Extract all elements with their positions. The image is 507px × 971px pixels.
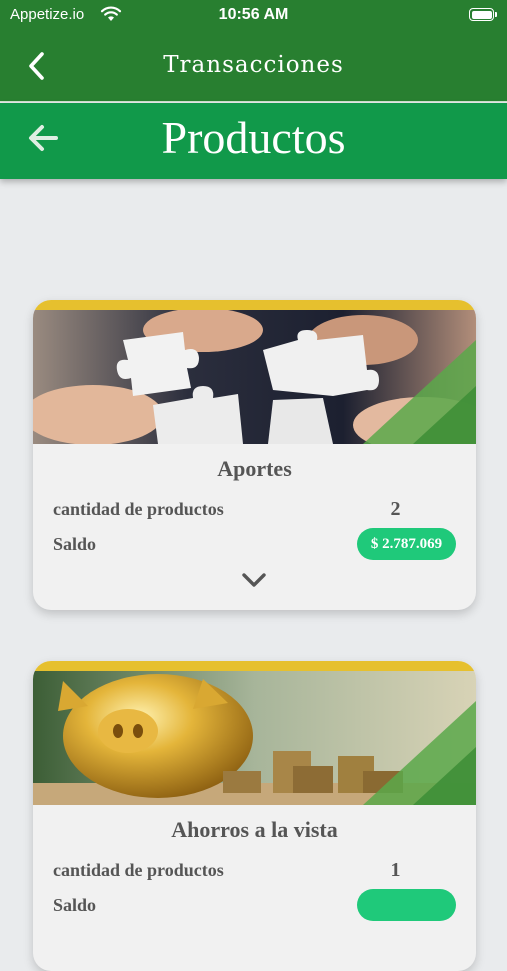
card-title: Aportes: [217, 456, 292, 481]
page-header: Productos: [0, 103, 507, 179]
navigation-bar: Transacciones: [0, 30, 507, 102]
piggy-bank-image: [33, 671, 476, 805]
nav-title: Transacciones: [163, 52, 344, 78]
puzzle-hands-image: [33, 310, 476, 444]
product-count-label: cantidad de productos: [53, 499, 224, 519]
product-card-ahorros[interactable]: Ahorros a la vista cantidad de productos…: [33, 661, 476, 971]
card-accent-band: [33, 300, 476, 310]
clock: 10:56 AM: [218, 6, 289, 23]
status-bar: Appetize.io 10:56 AM: [0, 0, 507, 30]
balance-badge[interactable]: [357, 889, 456, 921]
product-count-value: 1: [390, 859, 401, 881]
balance-badge[interactable]: $ 2.787.069: [357, 528, 456, 560]
product-card-aportes[interactable]: Aportes cantidad de productos 2 Saldo $ …: [33, 300, 476, 610]
card-title: Ahorros a la vista: [171, 817, 338, 842]
balance-label: Saldo: [53, 534, 97, 554]
chevron-down-icon[interactable]: [239, 570, 269, 590]
product-count-label: cantidad de productos: [53, 860, 224, 880]
product-count-value: 2: [390, 498, 401, 520]
battery-icon: [469, 8, 497, 21]
card-accent-band: [33, 661, 476, 671]
balance-label: Saldo: [53, 895, 97, 915]
page-title: Productos: [161, 112, 346, 163]
